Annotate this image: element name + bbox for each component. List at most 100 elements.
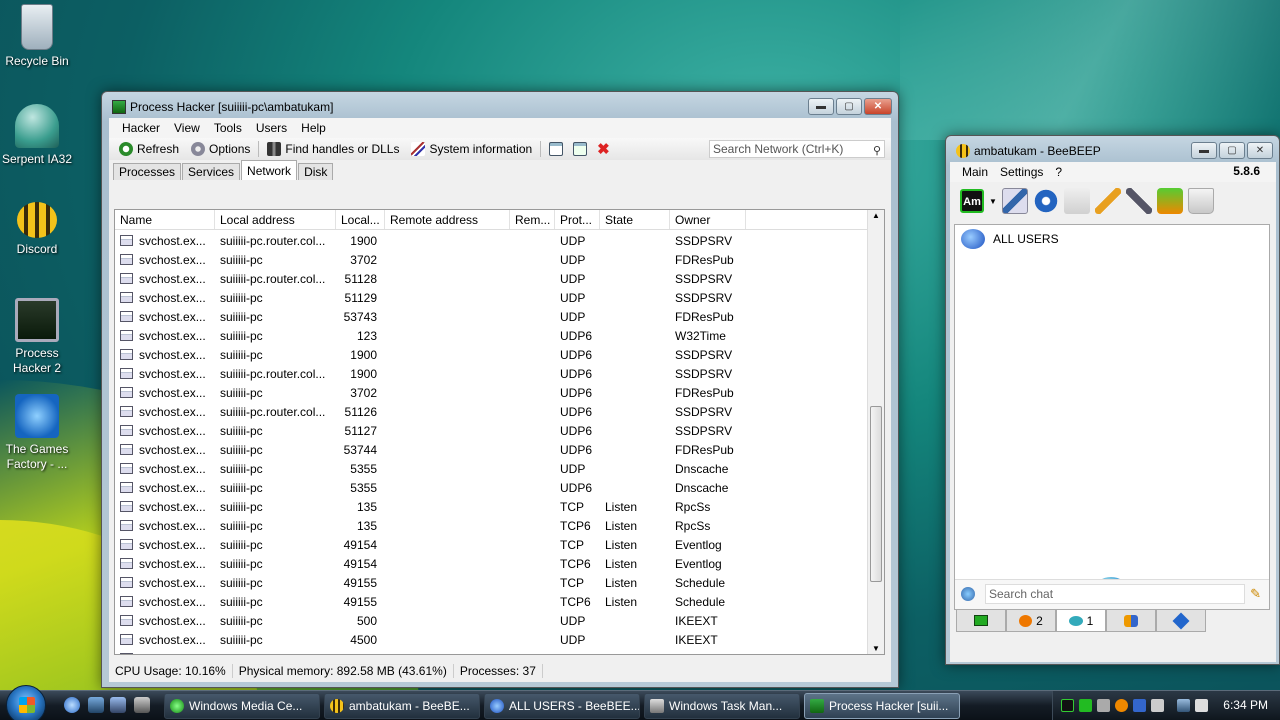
table-row[interactable]: svchost.ex... suiiiii-pc.router.col... 190… — [115, 231, 884, 250]
menu-help[interactable]: Help — [294, 121, 333, 135]
tab-network[interactable]: Network — [241, 160, 298, 180]
clock[interactable]: 6:34 PM — [1223, 698, 1268, 712]
column-name[interactable]: Name — [115, 210, 215, 229]
quick-launch-icon[interactable] — [134, 697, 150, 713]
table-row[interactable]: svchost.ex... suiiiii-pc 49154 TCP6 Listen Ev… — [115, 554, 884, 573]
task-process-hacker[interactable]: Process Hacker [suii... — [804, 693, 960, 719]
task-windows-media-center[interactable]: Windows Media Ce... — [164, 693, 320, 719]
table-row[interactable]: svchost.ex... suiiiii-pc 135 TCP Listen RpcSs — [115, 497, 884, 516]
table-row[interactable]: svchost.ex... suiiiii-pc 49155 TCP6 Listen Sc… — [115, 592, 884, 611]
desktop-icon-serpent[interactable]: Serpent IA32 — [0, 104, 74, 167]
menu-settings[interactable]: Settings — [994, 165, 1049, 179]
task-all-users[interactable]: ALL USERS - BeeBEE... — [484, 693, 640, 719]
start-button[interactable] — [6, 685, 46, 720]
table-row[interactable]: svchost.ex... suiiiii-pc 53743 UDP FDResPub — [115, 307, 884, 326]
table-row[interactable]: svchost.ex... suiiiii-pc.router.col... 190… — [115, 364, 884, 383]
system-information-button[interactable]: System information — [405, 142, 538, 156]
vertical-scrollbar[interactable]: ▲ ▼ — [867, 210, 884, 654]
column-local-address[interactable]: Local address — [215, 210, 336, 229]
show-desktop-icon[interactable] — [88, 697, 104, 713]
minimize-button[interactable]: ▬ — [808, 98, 834, 115]
network-icon[interactable] — [1032, 188, 1059, 214]
desktop-icon-games-factory[interactable]: The Games Factory - ... — [0, 394, 74, 472]
search-chat-input[interactable]: Search chat — [985, 584, 1245, 604]
network-icon[interactable] — [1177, 699, 1190, 712]
desktop-icon-discord[interactable]: Discord — [0, 202, 74, 257]
column-owner[interactable]: Owner — [670, 210, 746, 229]
tab-processes[interactable]: Processes — [113, 163, 182, 180]
desktop-icon-recycle-bin[interactable]: Recycle Bin — [0, 4, 74, 69]
tray-app-icon-2[interactable] — [1133, 699, 1146, 712]
column-state[interactable]: State — [600, 210, 670, 229]
scroll-up-icon[interactable]: ▲ — [872, 211, 880, 220]
table-row[interactable]: svchost.ex... suiiiii-pc 5355 UDP6 Dnscache — [115, 478, 884, 497]
table-row[interactable]: svchost.ex... suiiiii-pc.router.col... 511… — [115, 402, 884, 421]
table-row[interactable]: svchost.ex... suiiiii-pc 500 UDP IKEEXT — [115, 611, 884, 630]
tab-users[interactable]: 2 — [1006, 610, 1056, 632]
table-row[interactable]: svchost.ex... suiiiii-pc 4500 UDP IKEEXT — [115, 630, 884, 649]
options-button[interactable]: Options — [185, 142, 256, 156]
status-dropdown-icon[interactable]: ▼ — [989, 197, 997, 206]
table-row[interactable]: svchost.ex... suiiiii-pc500 UDP6 IKEEXT — [115, 649, 884, 654]
table-row[interactable]: svchost.ex... suiiiii-pc.router.col... 511… — [115, 269, 884, 288]
close-button[interactable]: ✕ — [864, 98, 892, 115]
switch-windows-icon[interactable] — [110, 697, 126, 713]
tab-groups[interactable] — [1106, 610, 1156, 632]
find-handles-button[interactable]: Find handles or DLLs — [261, 142, 405, 156]
network-list[interactable]: Name Local address Local... Remote addre… — [114, 209, 885, 655]
tray-app-icon-3[interactable] — [1151, 699, 1164, 712]
tray-app-icon[interactable] — [1097, 699, 1110, 712]
task-task-manager[interactable]: Windows Task Man... — [644, 693, 800, 719]
tray-status-icon[interactable] — [1079, 699, 1092, 712]
folder-icon[interactable] — [1063, 188, 1090, 214]
table-row[interactable]: svchost.ex... suiiiii-pc 51129 UDP SSDPSRV — [115, 288, 884, 307]
table-row[interactable]: svchost.ex... suiiiii-pc 3702 UDP FDResPub — [115, 250, 884, 269]
menu-tools[interactable]: Tools — [207, 121, 249, 135]
trash-icon[interactable] — [1187, 188, 1214, 214]
menu-main[interactable]: Main — [956, 165, 994, 179]
column-protocol[interactable]: Prot... — [555, 210, 600, 229]
task-beebeep[interactable]: ambatukam - BeeBE... — [324, 693, 480, 719]
volume-muted-icon[interactable] — [1195, 699, 1208, 712]
minimize-button[interactable]: ▬ — [1191, 142, 1217, 159]
refresh-button[interactable]: Refresh — [113, 142, 185, 156]
user-list[interactable]: ALL USERS Search chat ✎ — [954, 224, 1270, 610]
table-row[interactable]: svchost.ex... suiiiii-pc 49154 TCP Listen Eve… — [115, 535, 884, 554]
scrollbar-thumb[interactable] — [870, 406, 882, 582]
maximize-button[interactable]: ▢ — [1219, 142, 1245, 159]
scroll-down-icon[interactable]: ▼ — [872, 644, 880, 653]
menu-view[interactable]: View — [167, 121, 207, 135]
window-go-icon[interactable] — [573, 142, 588, 156]
clear-search-icon[interactable]: ✎ — [1250, 586, 1261, 602]
table-row[interactable]: svchost.ex... suiiiii-pc 135 TCP6 Listen RpcS… — [115, 516, 884, 535]
tools-icon[interactable] — [1125, 188, 1152, 214]
profile-icon[interactable] — [1001, 188, 1028, 214]
tab-network[interactable] — [1156, 610, 1206, 632]
table-row[interactable]: svchost.ex... suiiiii-pc 5355 UDP Dnscache — [115, 459, 884, 478]
update-icon[interactable] — [1156, 188, 1183, 214]
column-remote-address[interactable]: Remote address — [385, 210, 510, 229]
maximize-button[interactable]: ▢ — [836, 98, 862, 115]
terminate-icon[interactable]: ✖ — [597, 140, 610, 158]
tray-monitor-icon[interactable] — [1061, 699, 1074, 712]
table-row[interactable]: svchost.ex... suiiiii-pc 1900 UDP6 SSDPSRV — [115, 345, 884, 364]
table-row[interactable]: svchost.ex... suiiiii-pc 3702 UDP6 FDResPub — [115, 383, 884, 402]
status-button[interactable]: Am — [960, 189, 984, 213]
tab-services[interactable]: Services — [182, 163, 241, 180]
search-icon[interactable]: ⚲ — [873, 143, 881, 159]
all-users-item[interactable]: ALL USERS — [961, 229, 1059, 249]
column-remote-port[interactable]: Rem... — [510, 210, 555, 229]
process-hacker-window[interactable]: Process Hacker [suiiiii-pc\ambatukam] ▬ … — [101, 91, 899, 688]
column-local-port[interactable]: Local... — [336, 210, 385, 229]
menu-users[interactable]: Users — [249, 121, 294, 135]
table-row[interactable]: svchost.ex... suiiiii-pc 49155 TCP Listen Sch… — [115, 573, 884, 592]
tray-shield-icon[interactable] — [1115, 699, 1128, 712]
internet-explorer-icon[interactable] — [64, 697, 80, 713]
close-button[interactable]: ✕ — [1247, 142, 1273, 159]
tab-chats[interactable]: 1 — [1056, 610, 1106, 632]
beebeep-window[interactable]: ambatukam - BeeBEEP ▬ ▢ ✕ Main Settings … — [945, 135, 1280, 665]
menu-hacker[interactable]: Hacker — [115, 121, 167, 135]
window-icon[interactable] — [549, 142, 564, 156]
table-row[interactable]: svchost.ex... suiiiii-pc 123 UDP6 W32Time — [115, 326, 884, 345]
tab-home[interactable] — [956, 610, 1006, 632]
